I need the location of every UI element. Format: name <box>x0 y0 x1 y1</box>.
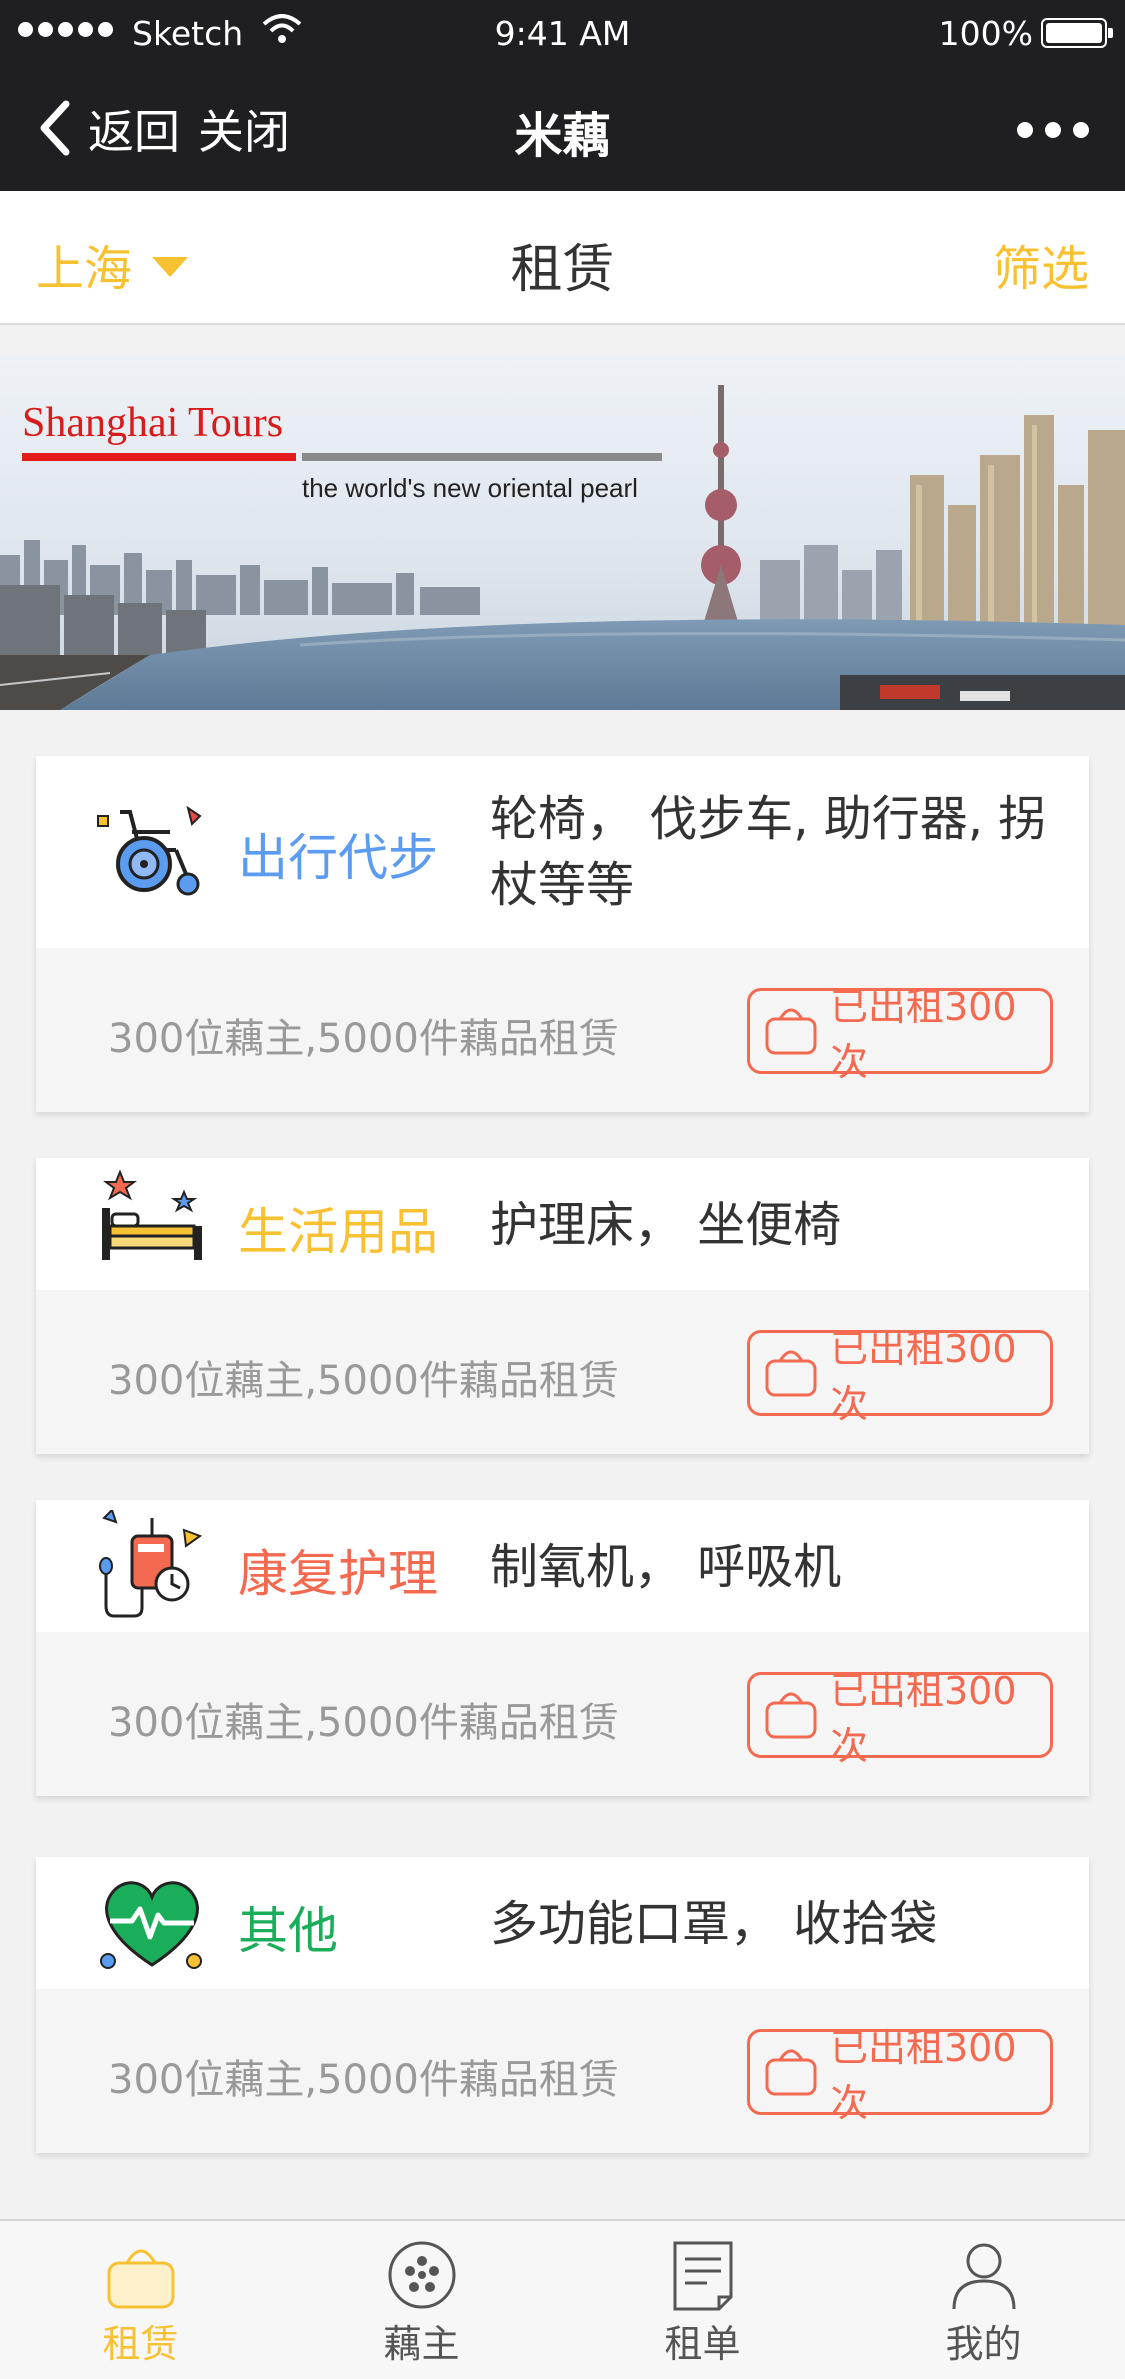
category-name: 生活用品 <box>238 1203 438 1261</box>
app-title: 米藕 <box>514 108 611 164</box>
sub-header: 上海 租赁 筛选 <box>0 191 1125 325</box>
bag-icon <box>764 1001 818 1061</box>
promo-banner[interactable]: Shanghai Tours the world's new oriental … <box>0 355 1125 710</box>
category-card-travel[interactable]: 出行代步 轮椅， 伐步车, 助行器, 拐杖等等 300位藕主,5000件藕品租赁… <box>36 756 1089 1112</box>
battery-percent: 100% <box>938 14 1033 53</box>
category-card-living[interactable]: 生活用品 护理床， 坐便椅 300位藕主,5000件藕品租赁 已出租300次 <box>36 1158 1089 1454</box>
person-icon <box>948 2239 1020 2315</box>
rent-count-badge[interactable]: 已出租300次 <box>747 1669 1053 1768</box>
tab-label: 租赁 <box>102 2322 179 2366</box>
lotus-icon <box>386 2239 458 2315</box>
order-icon <box>667 2239 739 2315</box>
rent-count-label: 已出租300次 <box>830 1669 1017 1768</box>
tab-label: 藕主 <box>383 2322 460 2366</box>
top-bar: Sketch 9:41 AM 100% 返回 关闭 米藕 <box>0 0 1125 191</box>
banner-heading: Shanghai Tours <box>22 400 284 446</box>
rent-count-badge[interactable]: 已出租300次 <box>747 1327 1053 1426</box>
tab-bar: 租赁 藕主 租单 我的 <box>0 2219 1125 2379</box>
category-card-rehab[interactable]: 康复护理 制氧机， 呼吸机 300位藕主,5000件藕品租赁 已出租300次 <box>36 1500 1089 1796</box>
category-stat: 300位藕主,5000件藕品租赁 <box>108 1700 619 1746</box>
tab-owner[interactable]: 藕主 <box>281 2221 562 2379</box>
bag-icon <box>764 1343 818 1403</box>
category-card-other[interactable]: 其他 多功能口罩， 收拾袋 300位藕主,5000件藕品租赁 已出租300次 <box>36 1857 1089 2153</box>
rent-count-badge[interactable]: 已出租300次 <box>747 985 1053 1084</box>
heart-pulse-icon <box>96 1873 208 1977</box>
rent-count-label: 已出租300次 <box>830 2026 1017 2125</box>
bag-icon <box>105 2239 177 2315</box>
tab-rent[interactable]: 租赁 <box>0 2221 281 2379</box>
category-name: 康复护理 <box>238 1545 438 1603</box>
tab-label: 我的 <box>945 2322 1022 2366</box>
rent-count-badge[interactable]: 已出租300次 <box>747 2026 1053 2125</box>
banner-tagline: the world's new oriental pearl <box>302 473 638 503</box>
filter-button[interactable]: 筛选 <box>993 229 1089 299</box>
category-desc: 轮椅， 伐步车, 助行器, 拐杖等等 <box>490 791 1047 913</box>
tab-mine[interactable]: 我的 <box>843 2221 1124 2379</box>
category-desc: 多功能口罩， 收拾袋 <box>490 1896 938 1952</box>
navigation-bar: 返回 关闭 米藕 <box>0 66 1125 191</box>
status-bar: Sketch 9:41 AM 100% <box>0 0 1125 66</box>
wheelchair-icon <box>96 802 208 902</box>
bag-icon <box>764 2042 818 2102</box>
bed-icon <box>96 1168 208 1268</box>
bag-icon <box>764 1685 818 1745</box>
category-name: 出行代步 <box>238 829 438 887</box>
category-name: 其他 <box>238 1902 338 1960</box>
page-title: 租赁 <box>510 240 615 300</box>
category-stat: 300位藕主,5000件藕品租赁 <box>108 2057 619 2103</box>
battery-icon <box>1041 18 1113 48</box>
rent-count-label: 已出租300次 <box>830 1327 1017 1426</box>
more-icon[interactable] <box>1017 122 1089 138</box>
category-stat: 300位藕主,5000件藕品租赁 <box>108 1016 619 1062</box>
tab-orders[interactable]: 租单 <box>562 2221 843 2379</box>
category-stat: 300位藕主,5000件藕品租赁 <box>108 1358 619 1404</box>
category-desc: 护理床， 坐便椅 <box>490 1197 842 1253</box>
tab-label: 租单 <box>664 2322 741 2366</box>
rent-count-label: 已出租300次 <box>830 985 1017 1084</box>
category-desc: 制氧机， 呼吸机 <box>490 1539 842 1595</box>
medical-device-icon <box>96 1508 208 1626</box>
